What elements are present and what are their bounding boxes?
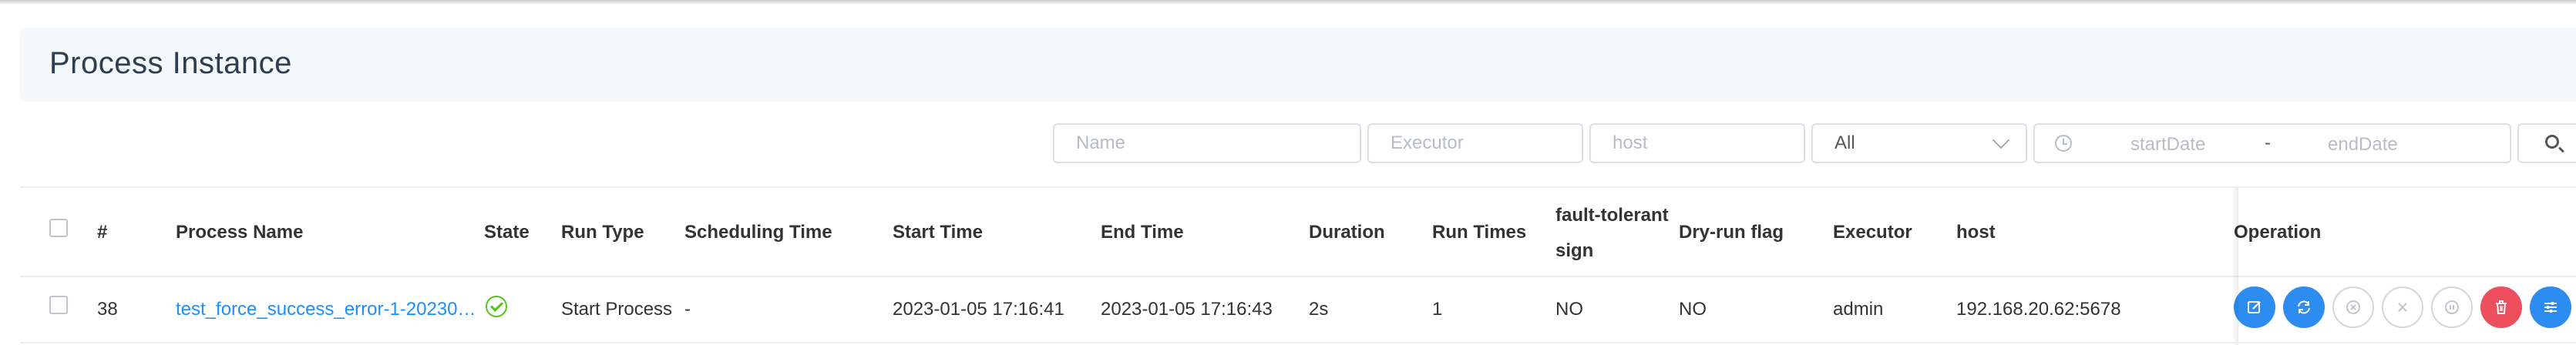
search-icon (2545, 135, 2559, 149)
row-duration: 2s (1309, 299, 1329, 320)
name-search-input[interactable] (1076, 132, 1360, 154)
end-date-input[interactable]: endDate (2328, 134, 2398, 156)
search-button[interactable] (2517, 123, 2576, 163)
row-executor: admin (1833, 299, 1884, 320)
pause-icon (2445, 300, 2459, 314)
host-search-input[interactable] (1613, 132, 1804, 154)
chevron-down-icon (1992, 131, 2010, 149)
row-scheduling-time: - (684, 299, 691, 320)
rerun-button[interactable] (2283, 286, 2325, 328)
rerun-icon (2298, 300, 2310, 314)
row-checkbox[interactable] (49, 296, 68, 314)
name-search-field[interactable] (1053, 123, 1361, 163)
delete-button[interactable] (2480, 286, 2522, 328)
row-host: 192.168.20.62:5678 (1956, 299, 2121, 320)
row-fault-tolerant: NO (1555, 299, 1583, 320)
page-header: Process Instance (20, 28, 2576, 102)
success-check-circle-icon (486, 296, 507, 317)
start-date-input[interactable]: startDate (2130, 134, 2205, 156)
clock-icon (2055, 135, 2072, 152)
stop-icon (2398, 303, 2407, 312)
page-title: Process Instance (49, 46, 292, 80)
state-select[interactable]: All (1811, 123, 2027, 163)
delete-icon (2496, 300, 2507, 314)
date-range-separator: - (2265, 132, 2271, 153)
column-header-duration: Duration (1309, 222, 1385, 243)
recover-failed-icon (2346, 300, 2360, 314)
pause-button[interactable] (2431, 286, 2473, 328)
top-shadow (0, 0, 2576, 5)
process-name-link[interactable]: test_force_success_error-1-20230… (176, 299, 478, 320)
row-start-time: 2023-01-05 17:16:41 (893, 299, 1064, 320)
stop-button[interactable] (2382, 286, 2423, 328)
gantt-button[interactable] (2530, 286, 2571, 328)
row-dry-run-flag: NO (1679, 299, 1707, 320)
host-search-field[interactable] (1589, 123, 1805, 163)
column-header-index: # (97, 222, 108, 243)
column-header-operation: Operation (2234, 222, 2322, 243)
executor-search-input[interactable] (1391, 132, 1582, 154)
column-header-state: State (484, 222, 530, 243)
column-header-fault-tolerant: fault-tolerant (1555, 205, 1669, 226)
table-top-border (20, 186, 2576, 188)
column-header-fault-tolerant-sign: sign (1555, 240, 1594, 261)
row-end-time: 2023-01-05 17:16:43 (1101, 299, 1273, 320)
row-run-times: 1 (1432, 299, 1443, 320)
recover-failed-button[interactable] (2332, 286, 2374, 328)
column-header-end-time: End Time (1101, 222, 1184, 243)
column-header-scheduling-time: Scheduling Time (684, 222, 832, 243)
column-header-process-name: Process Name (176, 222, 304, 243)
executor-search-field[interactable] (1367, 123, 1583, 163)
date-range-picker[interactable]: startDate - endDate (2033, 123, 2511, 163)
column-header-run-times: Run Times (1432, 222, 1527, 243)
row-id: 38 (97, 299, 118, 320)
column-header-dry-run-flag: Dry-run flag (1679, 222, 1784, 243)
table-row-divider (20, 342, 2576, 343)
operation-column-shadow (2232, 188, 2238, 345)
select-all-checkbox[interactable] (49, 219, 68, 237)
column-header-executor: Executor (1833, 222, 1912, 243)
row-run-type: Start Process (561, 299, 673, 320)
state-select-value: All (1834, 132, 1855, 153)
edit-button[interactable] (2234, 286, 2275, 328)
edit-icon (2248, 301, 2261, 313)
column-header-host: host (1956, 222, 1996, 243)
gantt-icon (2544, 302, 2557, 313)
column-header-start-time: Start Time (893, 222, 983, 243)
column-header-run-type: Run Type (561, 222, 644, 243)
table-header-divider (20, 276, 2576, 277)
